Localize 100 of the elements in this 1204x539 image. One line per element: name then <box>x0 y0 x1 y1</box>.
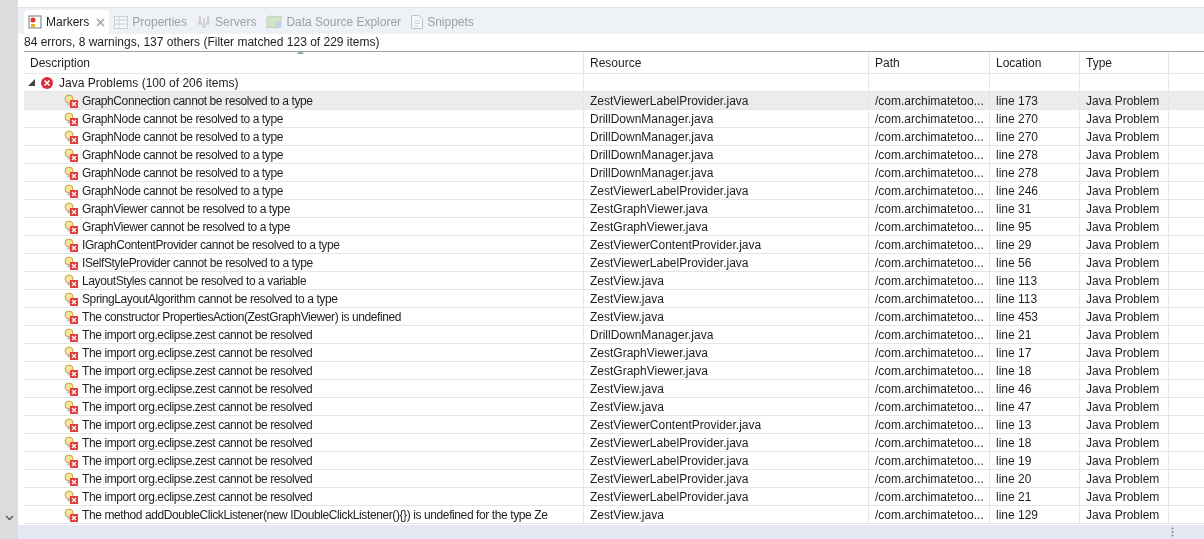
marker-row[interactable]: The import org.eclipse.zest cannot be resolved ZestView.java /com.archimatetoo... line 47 Java Problem <box>24 398 1204 416</box>
description-text: The import org.eclipse.zest cannot be resolved <box>82 380 313 398</box>
marker-row[interactable]: GraphViewer cannot be resolved to a type ZestGraphViewer.java /com.archimatetoo... line 31 Java Problem <box>24 200 1204 218</box>
marker-row[interactable]: IGraphContentProvider cannot be resolved to a type ZestViewerContentProvider.java /com.archimatetoo... line 29 Java Problem <box>24 236 1204 254</box>
type-text: Java Problem <box>1086 400 1160 414</box>
marker-row[interactable]: GraphNode cannot be resolved to a type ZestViewerLabelProvider.java /com.archimatetoo... line 246 Java Problem <box>24 182 1204 200</box>
description-text: IGraphContentProvider cannot be resolved to a type <box>82 236 340 254</box>
location-text: line 46 <box>996 382 1032 396</box>
view-tab[interactable]: Markers <box>24 10 110 34</box>
path-text: /com.archimatetoo... <box>875 472 984 486</box>
marker-row[interactable]: The import org.eclipse.zest cannot be resolved ZestGraphViewer.java /com.archimatetoo... line 17 Java Problem <box>24 344 1204 362</box>
path-text: /com.archimatetoo... <box>875 148 984 162</box>
resource-text: ZestViewerContentProvider.java <box>590 238 762 252</box>
path-text: /com.archimatetoo... <box>875 490 984 504</box>
document-icon <box>411 15 424 29</box>
description-text: GraphNode cannot be resolved to a type <box>82 164 283 182</box>
marker-row[interactable]: ISelfStyleProvider cannot be resolved to a type ZestViewerLabelProvider.java /com.archimatetoo... line 56 Java Problem <box>24 254 1204 272</box>
resource-text: ZestView.java <box>590 508 664 522</box>
map-icon <box>266 15 283 29</box>
bulb-error-icon <box>64 381 78 396</box>
path-text: /com.archimatetoo... <box>875 238 984 252</box>
column-header[interactable]: Type <box>1080 52 1169 73</box>
location-text: line 95 <box>996 220 1032 234</box>
type-text: Java Problem <box>1086 490 1160 504</box>
path-text: /com.archimatetoo... <box>875 184 984 198</box>
marker-row[interactable]: The import org.eclipse.zest cannot be resolved ZestViewerLabelProvider.java /com.archimatetoo... line 21 Java Problem <box>24 488 1204 506</box>
bulb-error-icon <box>64 471 78 486</box>
column-header[interactable]: Location <box>990 52 1080 73</box>
resource-text: ZestView.java <box>590 310 664 324</box>
type-text: Java Problem <box>1086 220 1160 234</box>
description-text: LayoutStyles cannot be resolved to a variable <box>82 272 307 290</box>
marker-row[interactable]: GraphNode cannot be resolved to a type DrillDownManager.java /com.archimatetoo... line 270 Java Problem <box>24 110 1204 128</box>
marker-row[interactable]: The import org.eclipse.zest cannot be resolved DrillDownManager.java /com.archimatetoo... line 21 Java Problem <box>24 326 1204 344</box>
path-text: /com.archimatetoo... <box>875 400 984 414</box>
expander-icon[interactable] <box>28 79 35 86</box>
type-text: Java Problem <box>1086 418 1160 432</box>
bulb-error-icon <box>64 237 78 252</box>
column-header[interactable]: Description <box>24 52 584 73</box>
marker-row[interactable]: GraphNode cannot be resolved to a type DrillDownManager.java /com.archimatetoo... line 278 Java Problem <box>24 146 1204 164</box>
marker-row[interactable]: GraphViewer cannot be resolved to a type ZestGraphViewer.java /com.archimatetoo... line 95 Java Problem <box>24 218 1204 236</box>
scroll-down-icon[interactable] <box>4 515 14 521</box>
marker-row[interactable]: The import org.eclipse.zest cannot be resolved ZestGraphViewer.java /com.archimatetoo... line 18 Java Problem <box>24 362 1204 380</box>
path-text: /com.archimatetoo... <box>875 328 984 342</box>
location-text: line 113 <box>996 292 1038 306</box>
path-text: /com.archimatetoo... <box>875 112 984 126</box>
description-text: The import org.eclipse.zest cannot be resolved <box>82 470 313 488</box>
bulb-error-icon <box>64 435 78 450</box>
marker-row[interactable]: The import org.eclipse.zest cannot be resolved ZestViewerLabelProvider.java /com.archimatetoo... line 18 Java Problem <box>24 434 1204 452</box>
marker-row[interactable]: SpringLayoutAlgorithm cannot be resolved to a type ZestView.java /com.archimatetoo... line 113 Java Problem <box>24 290 1204 308</box>
description-text: The import org.eclipse.zest cannot be resolved <box>82 488 313 506</box>
bulb-error-icon <box>64 291 78 306</box>
bulb-error-icon <box>64 453 78 468</box>
marker-row[interactable]: GraphNode cannot be resolved to a type DrillDownManager.java /com.archimatetoo... line 270 Java Problem <box>24 128 1204 146</box>
location-text: line 20 <box>996 472 1032 486</box>
type-text: Java Problem <box>1086 274 1160 288</box>
bulb-error-icon <box>64 93 78 108</box>
path-text: /com.archimatetoo... <box>875 418 984 432</box>
location-text: line 31 <box>996 202 1032 216</box>
marker-row[interactable]: LayoutStyles cannot be resolved to a variable ZestView.java /com.archimatetoo... line 113 Java Problem <box>24 272 1204 290</box>
column-header[interactable]: Resource <box>584 52 869 73</box>
location-text: line 21 <box>996 328 1032 342</box>
resource-text: DrillDownManager.java <box>590 166 714 180</box>
path-text: /com.archimatetoo... <box>875 382 984 396</box>
location-text: line 19 <box>996 454 1032 468</box>
bulb-error-icon <box>64 129 78 144</box>
description-text: The import org.eclipse.zest cannot be resolved <box>82 452 313 470</box>
marker-row[interactable]: GraphConnection cannot be resolved to a type ZestViewerLabelProvider.java /com.archimatetoo... line 173 Java Problem <box>24 92 1204 110</box>
type-text: Java Problem <box>1086 166 1160 180</box>
column-header[interactable]: Path <box>869 52 990 73</box>
description-text: The import org.eclipse.zest cannot be resolved <box>82 398 313 416</box>
type-text: Java Problem <box>1086 202 1160 216</box>
resource-text: DrillDownManager.java <box>590 112 714 126</box>
location-text: line 270 <box>996 130 1039 144</box>
path-text: /com.archimatetoo... <box>875 130 984 144</box>
marker-row[interactable]: The constructor PropertiesAction(ZestGraphViewer) is undefined ZestView.java /com.archimatetoo... line 453 Java Problem <box>24 308 1204 326</box>
bulb-error-icon <box>64 327 78 342</box>
location-text: line 453 <box>996 310 1039 324</box>
resource-text: ZestView.java <box>590 400 664 414</box>
grip-icon[interactable] <box>1171 527 1174 537</box>
marker-row[interactable]: The method addDoubleClickListener(new IDoubleClickListener(){}) is undefined for the type Ze ZestView.java /com.archimatetoo... line 129 Java Problem <box>24 506 1204 524</box>
marker-row[interactable]: The import org.eclipse.zest cannot be resolved ZestViewerLabelProvider.java /com.archimatetoo... line 20 Java Problem <box>24 470 1204 488</box>
description-text: GraphNode cannot be resolved to a type <box>82 146 283 164</box>
type-text: Java Problem <box>1086 346 1160 360</box>
resource-text: ZestViewerLabelProvider.java <box>590 490 749 504</box>
type-text: Java Problem <box>1086 256 1160 270</box>
marker-row[interactable]: The import org.eclipse.zest cannot be resolved ZestViewerLabelProvider.java /com.archimatetoo... line 19 Java Problem <box>24 452 1204 470</box>
location-text: line 18 <box>996 436 1032 450</box>
group-label[interactable]: Java Problems (100 of 206 items) <box>59 73 239 92</box>
description-text: The import org.eclipse.zest cannot be resolved <box>82 326 313 344</box>
bulb-error-icon <box>64 507 78 522</box>
bulb-error-icon <box>64 309 78 324</box>
marker-row[interactable]: The import org.eclipse.zest cannot be resolved ZestViewerContentProvider.java /com.archimatetoo... line 13 Java Problem <box>24 416 1204 434</box>
marker-row[interactable]: GraphNode cannot be resolved to a type DrillDownManager.java /com.archimatetoo... line 278 Java Problem <box>24 164 1204 182</box>
marker-row[interactable]: The import org.eclipse.zest cannot be resolved ZestView.java /com.archimatetoo... line 46 Java Problem <box>24 380 1204 398</box>
location-text: line 270 <box>996 112 1039 126</box>
description-text: The method addDoubleClickListener(new IDoubleClickListener(){}) is undefined for the type Ze <box>82 506 548 524</box>
type-text: Java Problem <box>1086 148 1160 162</box>
markers-icon <box>28 15 42 29</box>
resource-text: ZestGraphViewer.java <box>590 202 708 216</box>
resource-text: ZestGraphViewer.java <box>590 346 708 360</box>
